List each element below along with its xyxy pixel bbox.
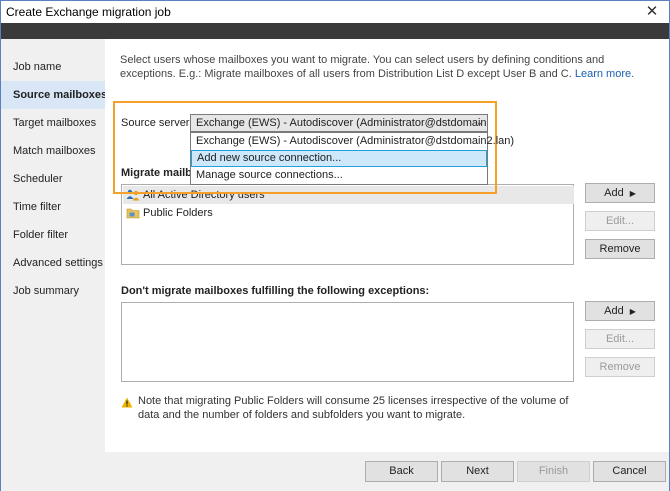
migrate-mailboxes-list[interactable]: All Active Directory users Public Folder… <box>121 184 574 265</box>
dropdown-option-exchange-ews[interactable]: Exchange (EWS) - Autodiscover (Administr… <box>191 133 514 150</box>
next-button[interactable]: Next <box>441 461 514 482</box>
add-button[interactable]: Add ▶ <box>585 183 655 203</box>
list-item-label: Public Folders <box>143 207 213 219</box>
license-note: Note that migrating Public Folders will … <box>138 395 569 421</box>
edit-button[interactable]: Edit... <box>585 211 655 231</box>
cancel-button[interactable]: Cancel <box>593 461 666 482</box>
source-server-select[interactable]: Exchange (EWS) - Autodiscover (Administr… <box>190 114 488 132</box>
add-button-label: Add <box>604 187 624 199</box>
learn-more-link[interactable]: Learn more. <box>575 68 634 80</box>
exception-add-button[interactable]: Add ▶ <box>585 301 655 321</box>
back-button[interactable]: Back <box>365 461 438 482</box>
source-server-value: Exchange (EWS) - Autodiscover (Administr… <box>196 117 488 129</box>
sidebar: Job name Source mailboxes Target mailbox… <box>1 39 107 452</box>
sidebar-item-job-summary[interactable]: Job summary <box>1 277 105 305</box>
sidebar-item-match-mailboxes[interactable]: Match mailboxes <box>1 137 105 165</box>
sidebar-item-advanced-settings[interactable]: Advanced settings <box>1 249 105 277</box>
dropdown-option-manage-sources[interactable]: Manage source connections... <box>191 167 487 184</box>
dialog-window: Create Exchange migration job ✕ Job name… <box>0 0 670 491</box>
source-server-dropdown: Exchange (EWS) - Autodiscover (Administr… <box>190 132 514 185</box>
list-item[interactable]: Public Folders <box>126 204 213 222</box>
exception-add-label: Add <box>604 305 624 317</box>
exceptions-list[interactable] <box>121 302 574 382</box>
sidebar-item-time-filter[interactable]: Time filter <box>1 193 105 221</box>
intro-text: Select users whose mailboxes you want to… <box>120 53 640 81</box>
exception-edit-button[interactable]: Edit... <box>585 329 655 349</box>
sidebar-item-source-mailboxes[interactable]: Source mailboxes <box>1 81 107 109</box>
folder-icon <box>126 208 140 219</box>
title-bar: Create Exchange migration job ✕ <box>1 1 669 23</box>
close-icon[interactable]: ✕ <box>643 3 661 21</box>
exceptions-title: Don't migrate mailboxes fulfilling the f… <box>121 285 430 297</box>
exception-remove-button[interactable]: Remove <box>585 357 655 377</box>
window-title: Create Exchange migration job <box>6 5 171 19</box>
finish-button[interactable]: Finish <box>517 461 590 482</box>
sidebar-item-job-name[interactable]: Job name <box>1 53 105 81</box>
warning-icon <box>121 397 133 408</box>
sidebar-item-scheduler[interactable]: Scheduler <box>1 165 105 193</box>
remove-button[interactable]: Remove <box>585 239 655 259</box>
dropdown-option-add-new-source[interactable]: Add new source connection... <box>191 150 487 167</box>
sidebar-item-target-mailboxes[interactable]: Target mailboxes <box>1 109 105 137</box>
header-band <box>1 23 669 39</box>
source-server-label: Source server: <box>121 117 193 129</box>
intro-description: Select users whose mailboxes you want to… <box>120 54 605 80</box>
triangle-right-icon: ▶ <box>629 189 636 198</box>
sidebar-item-folder-filter[interactable]: Folder filter <box>1 221 105 249</box>
chevron-down-icon: ⌄ <box>476 118 483 127</box>
triangle-right-icon: ▶ <box>629 307 636 316</box>
